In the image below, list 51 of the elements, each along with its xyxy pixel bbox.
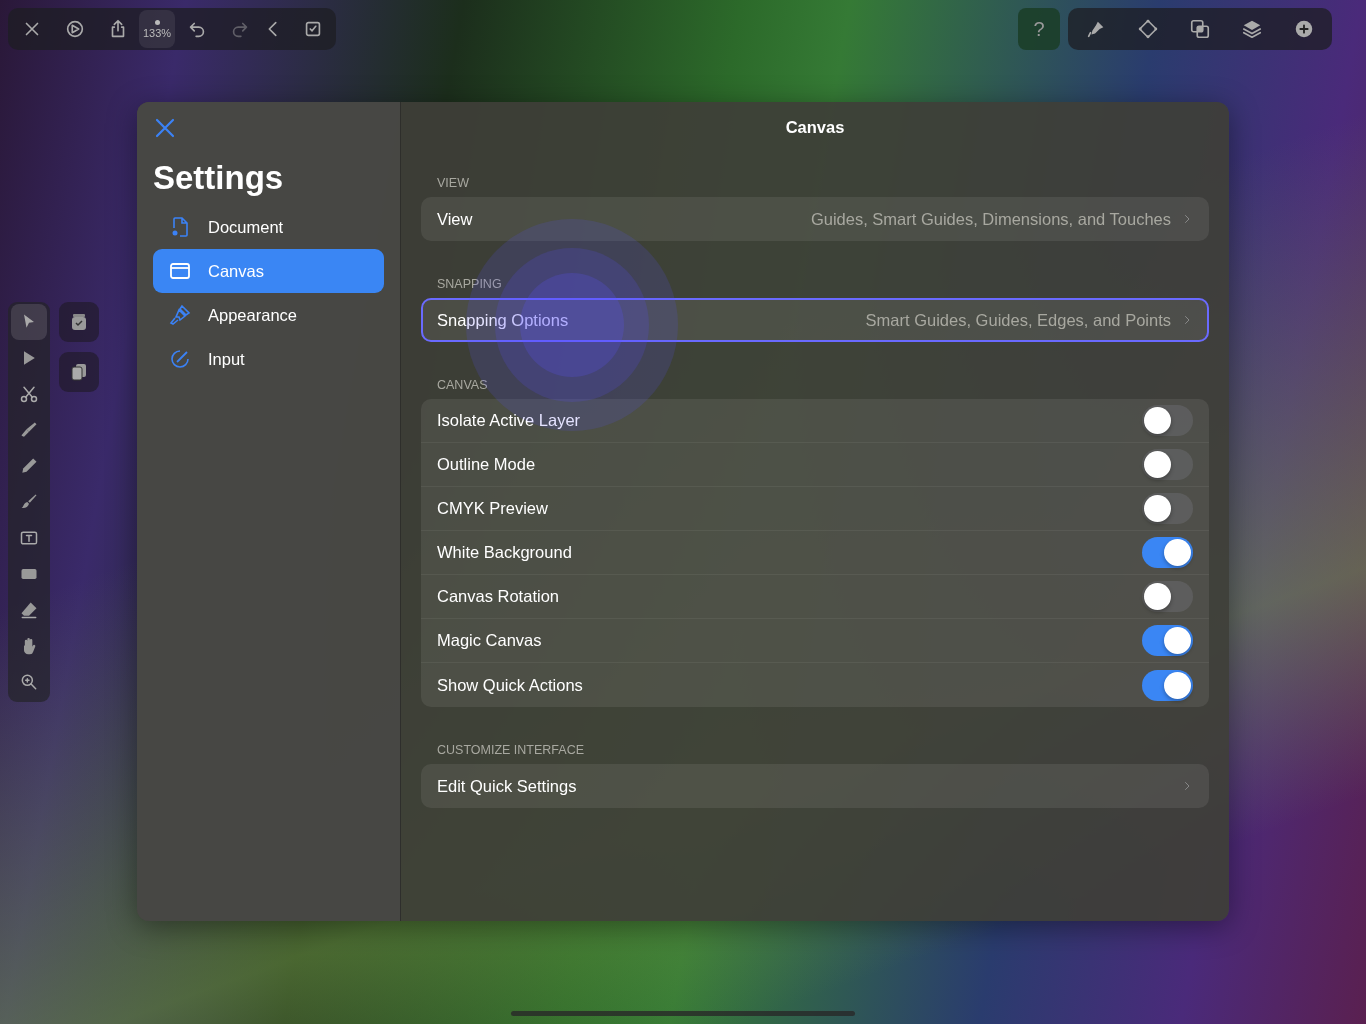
page-title: Canvas (784, 118, 846, 138)
scissors-icon (19, 384, 39, 404)
paintbrush-icon (168, 303, 192, 327)
selection-tool[interactable] (11, 304, 47, 340)
row-value: Guides, Smart Guides, Dimensions, and Touches (810, 209, 1171, 229)
toggle-switch[interactable] (1142, 449, 1193, 480)
row-label: Edit Quick Settings (437, 776, 577, 796)
nav-item[interactable]: Appearance (153, 293, 384, 337)
eraser-icon (19, 600, 39, 620)
section-heading: SNAPPING (436, 277, 503, 291)
diamond-icon (1137, 18, 1159, 40)
pages-button[interactable] (59, 352, 99, 392)
help-button[interactable]: ? (1018, 8, 1060, 50)
toggle-switch[interactable] (1142, 625, 1193, 656)
row-value: Smart Guides, Guides, Edges, and Points (865, 310, 1171, 330)
settings-row[interactable]: Snapping Options Smart Guides, Guides, Edges, and Points (421, 298, 1209, 342)
close-button[interactable] (153, 116, 177, 140)
section-heading: CANVAS (436, 378, 489, 392)
row-label: Isolate Active Layer (437, 411, 581, 430)
zoom-in-icon (19, 672, 39, 692)
row-label: View (437, 209, 473, 229)
toggle-switch[interactable] (1142, 537, 1193, 568)
row-label: Canvas Rotation (437, 587, 559, 606)
documents-icon (69, 362, 89, 382)
toggle-switch[interactable] (1142, 669, 1193, 701)
nav-item[interactable]: Document (153, 205, 384, 249)
text-box-icon (19, 528, 39, 548)
nav-item[interactable]: Input (153, 337, 384, 381)
jar-check-icon (69, 312, 89, 332)
settings-title: Settings (153, 159, 285, 197)
row-label: Show Quick Actions (437, 675, 583, 695)
settings-row[interactable]: View Guides, Smart Guides, Dimensions, and Touches (421, 197, 1209, 241)
row-label: Outline Mode (437, 455, 536, 474)
nav-item[interactable]: Canvas (153, 249, 384, 293)
section-heading: CUSTOMIZE INTERFACE (436, 743, 585, 757)
layers-icon (1241, 18, 1263, 40)
overlapping-squares-icon (1189, 18, 1211, 40)
circle-pencil-icon (168, 347, 192, 371)
toggle-switch[interactable] (1142, 493, 1193, 524)
pencil-icon (19, 456, 39, 476)
toggle-switch[interactable] (1142, 581, 1193, 612)
zoom-button[interactable]: 133% (139, 10, 175, 48)
settings-row[interactable]: Edit Quick Settings (421, 764, 1209, 808)
row-label: Snapping Options (437, 310, 569, 330)
section-heading: VIEW (436, 176, 470, 190)
row-label: White Background (437, 543, 572, 562)
row-label: CMYK Preview (437, 499, 548, 518)
toggle-switch[interactable] (1142, 405, 1193, 436)
plus-circle-icon (1293, 18, 1315, 40)
checklist-button[interactable] (59, 302, 99, 342)
row-label: Magic Canvas (437, 631, 542, 650)
